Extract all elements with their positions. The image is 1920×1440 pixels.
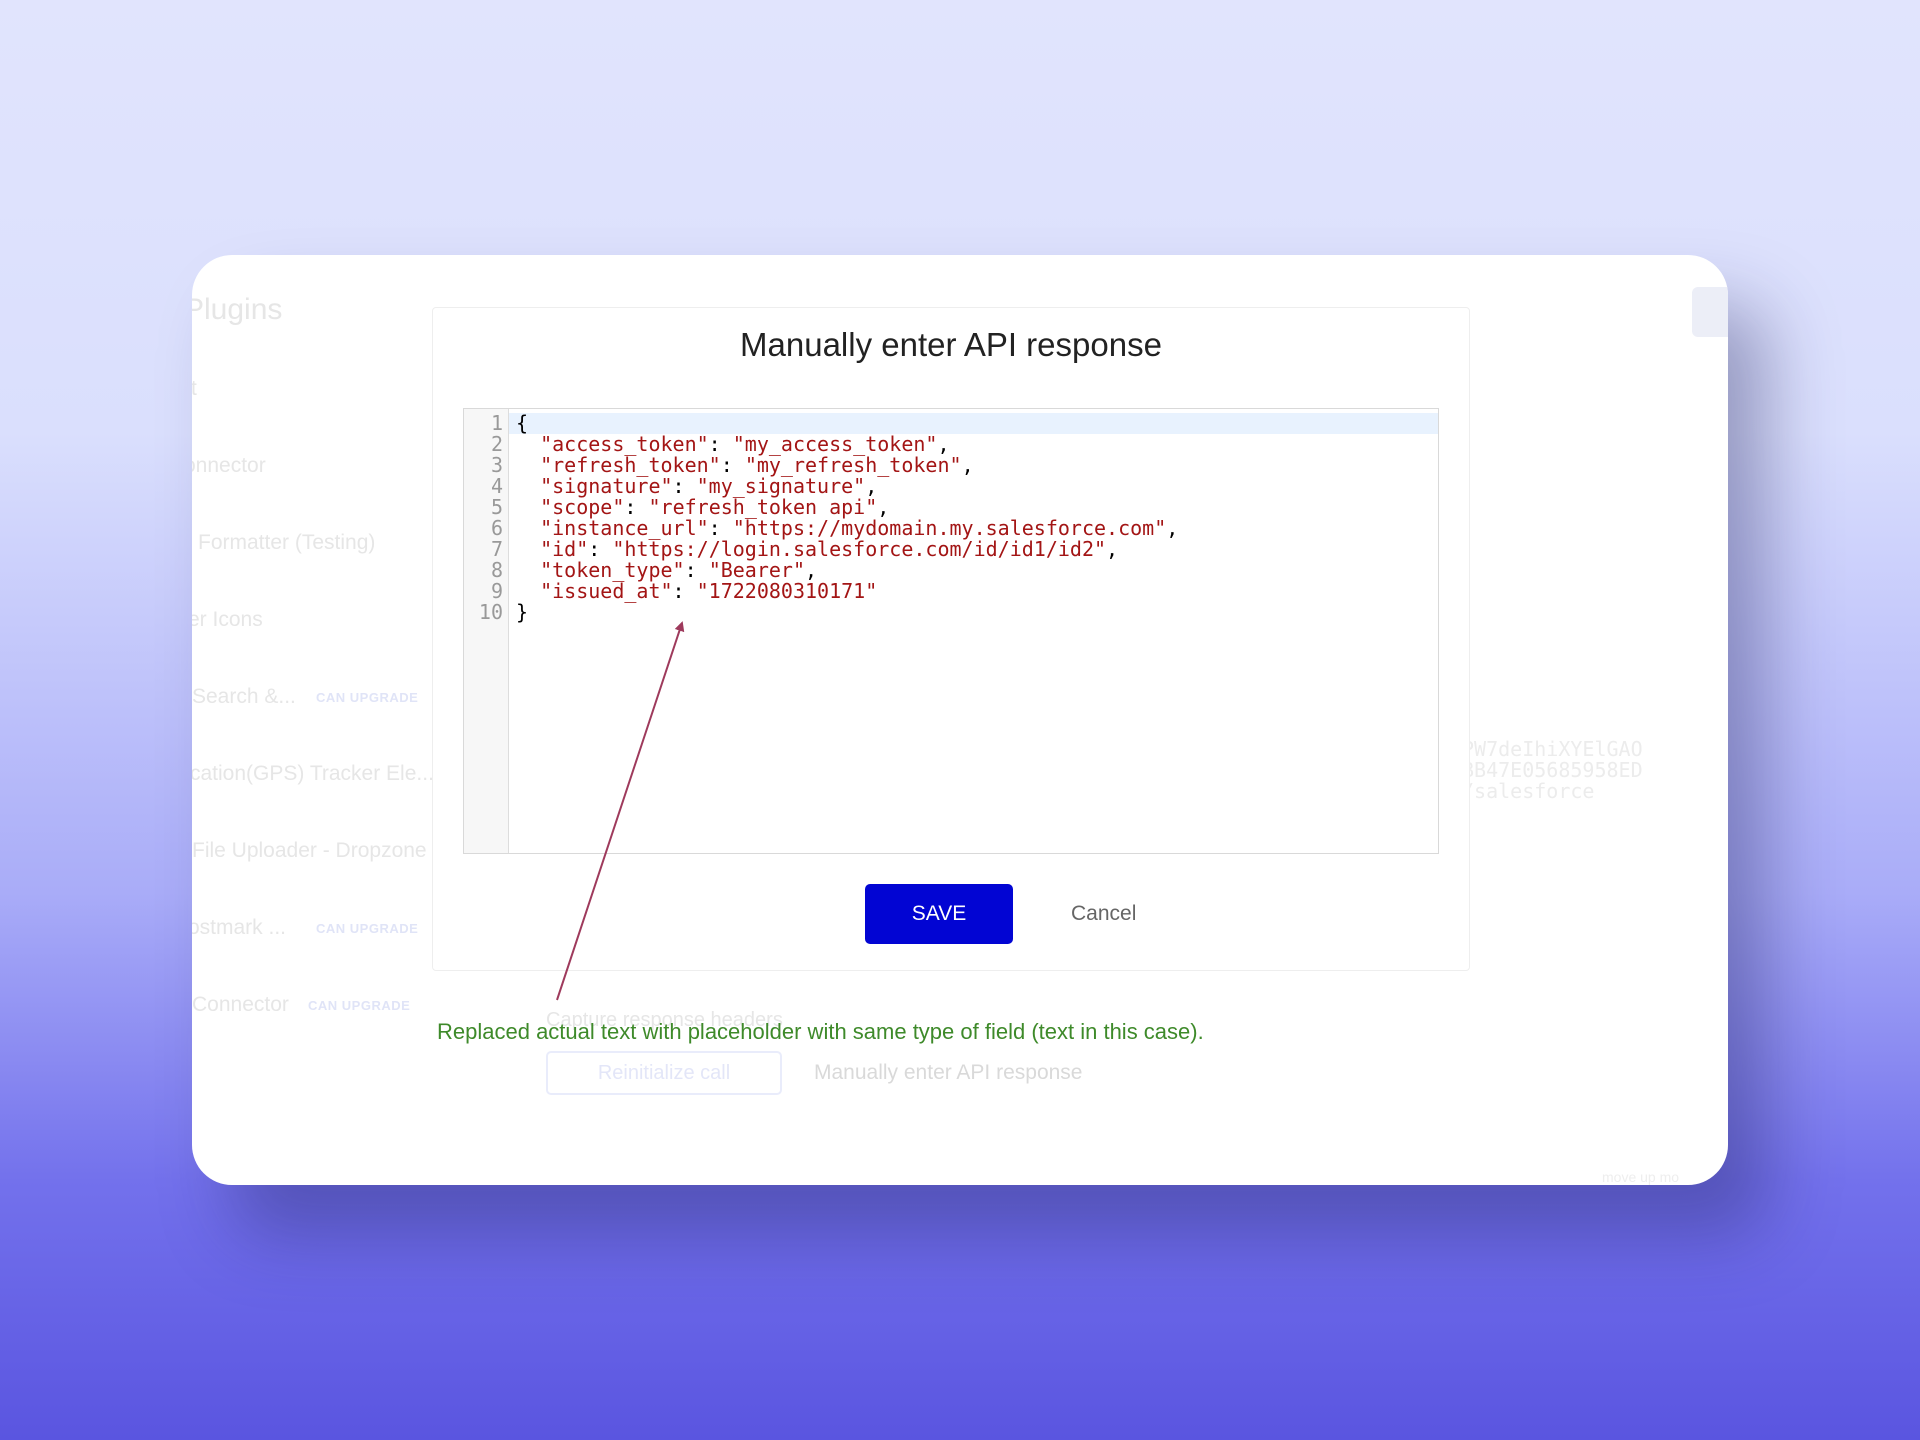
- annotation-note: Replaced actual text with placeholder wi…: [437, 1019, 1204, 1044]
- arrow-line: [556, 621, 685, 1001]
- app-window: Plugins rt onnector Formatter (Testing) …: [192, 255, 1728, 1185]
- annotation-arrow-icon: [556, 621, 685, 1001]
